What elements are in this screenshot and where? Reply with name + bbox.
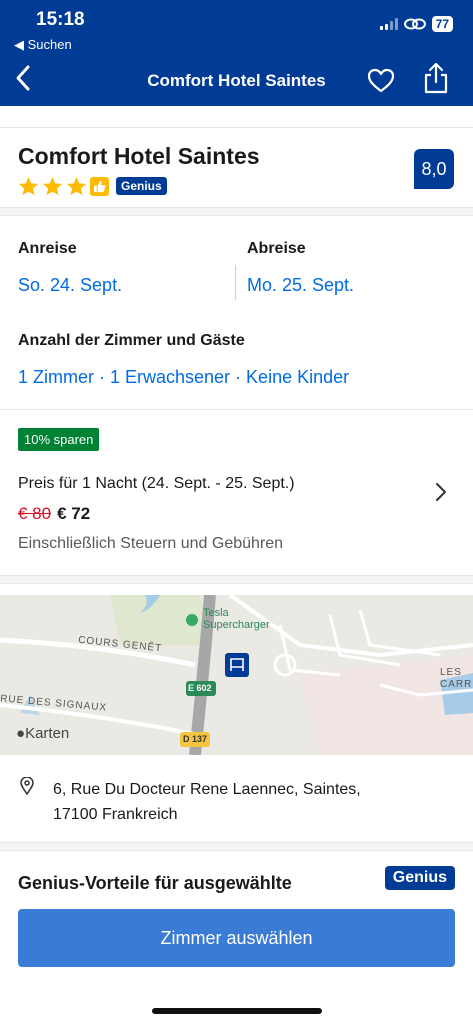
thumbs-up-icon [90, 176, 109, 196]
section-divider [0, 207, 473, 216]
original-price: € 80 [18, 504, 52, 523]
map-road-label: E 602 [188, 683, 212, 693]
location-map[interactable]: Tesla Supercharger COURS GENÊT RUE DES S… [0, 595, 473, 755]
price-row: € 80 € 72 [18, 504, 90, 524]
map-poi-label: Tesla Supercharger [203, 607, 270, 631]
share-icon[interactable] [423, 62, 449, 94]
hotel-address: 6, Rue Du Docteur Rene Laennec, Saintes,… [53, 777, 413, 827]
genius-section-title: Genius-Vorteile für ausgewählte [18, 873, 292, 893]
map-road-label: D 137 [183, 734, 208, 744]
hotel-name: Comfort Hotel Saintes [18, 143, 260, 169]
section-divider [0, 575, 473, 584]
home-indicator [152, 1008, 322, 1014]
star-icon [18, 176, 39, 196]
price-label[interactable]: Preis für 1 Nacht (24. Sept. - 25. Sept.… [18, 475, 295, 493]
address-line-1: 6, Rue Du Docteur Rene Laennec, Saintes, [53, 781, 361, 798]
signal-icon [379, 18, 398, 30]
address-line-2: 17100 Frankreich [53, 806, 178, 823]
checkin-date[interactable]: So. 24. Sept. [18, 275, 122, 296]
top-bar: 15:18 ◀ Suchen 77 Comfort Hotel Saintes [0, 0, 473, 106]
back-to-search-link[interactable]: ◀ Suchen [14, 37, 72, 53]
discount-badge: 10% sparen [18, 428, 100, 451]
star-icon [66, 176, 87, 196]
select-rooms-button[interactable]: Zimmer auswählen [18, 909, 455, 967]
date-divider [235, 265, 236, 300]
battery-indicator: 77 [431, 16, 453, 32]
divider [0, 409, 473, 410]
map-attribution: ●Karten [16, 725, 70, 742]
link-icon [403, 18, 426, 30]
guests-value[interactable]: 1 Zimmer · 1 Erwachsener · Keine Kinder [18, 367, 349, 388]
price-note: Einschließlich Steuern und Gebühren [18, 535, 284, 552]
chevron-right-icon[interactable] [435, 482, 447, 502]
checkin-label: Anreise [18, 240, 77, 257]
checkout-label: Abreise [247, 240, 306, 257]
status-time: 15:18 [36, 9, 85, 30]
checkout-date[interactable]: Mo. 25. Sept. [247, 275, 354, 296]
genius-badge: Genius [116, 177, 167, 195]
scrolled-content-edge [0, 106, 473, 128]
star-icon [42, 176, 63, 196]
nav-title: Comfort Hotel Saintes [147, 71, 326, 90]
discounted-price: € 72 [57, 504, 91, 523]
guests-label: Anzahl der Zimmer und Gäste [18, 332, 245, 349]
rating-row: Genius [18, 176, 167, 196]
section-divider [0, 842, 473, 851]
location-pin-icon [20, 777, 34, 795]
apple-logo-icon: ● [16, 725, 26, 742]
map-place-label: LES CARRIE [440, 667, 473, 690]
status-icons: 77 [379, 16, 453, 32]
genius-logo: Genius [384, 866, 455, 890]
review-score-badge[interactable]: 8,0 [414, 149, 454, 189]
heart-icon[interactable] [367, 67, 395, 95]
